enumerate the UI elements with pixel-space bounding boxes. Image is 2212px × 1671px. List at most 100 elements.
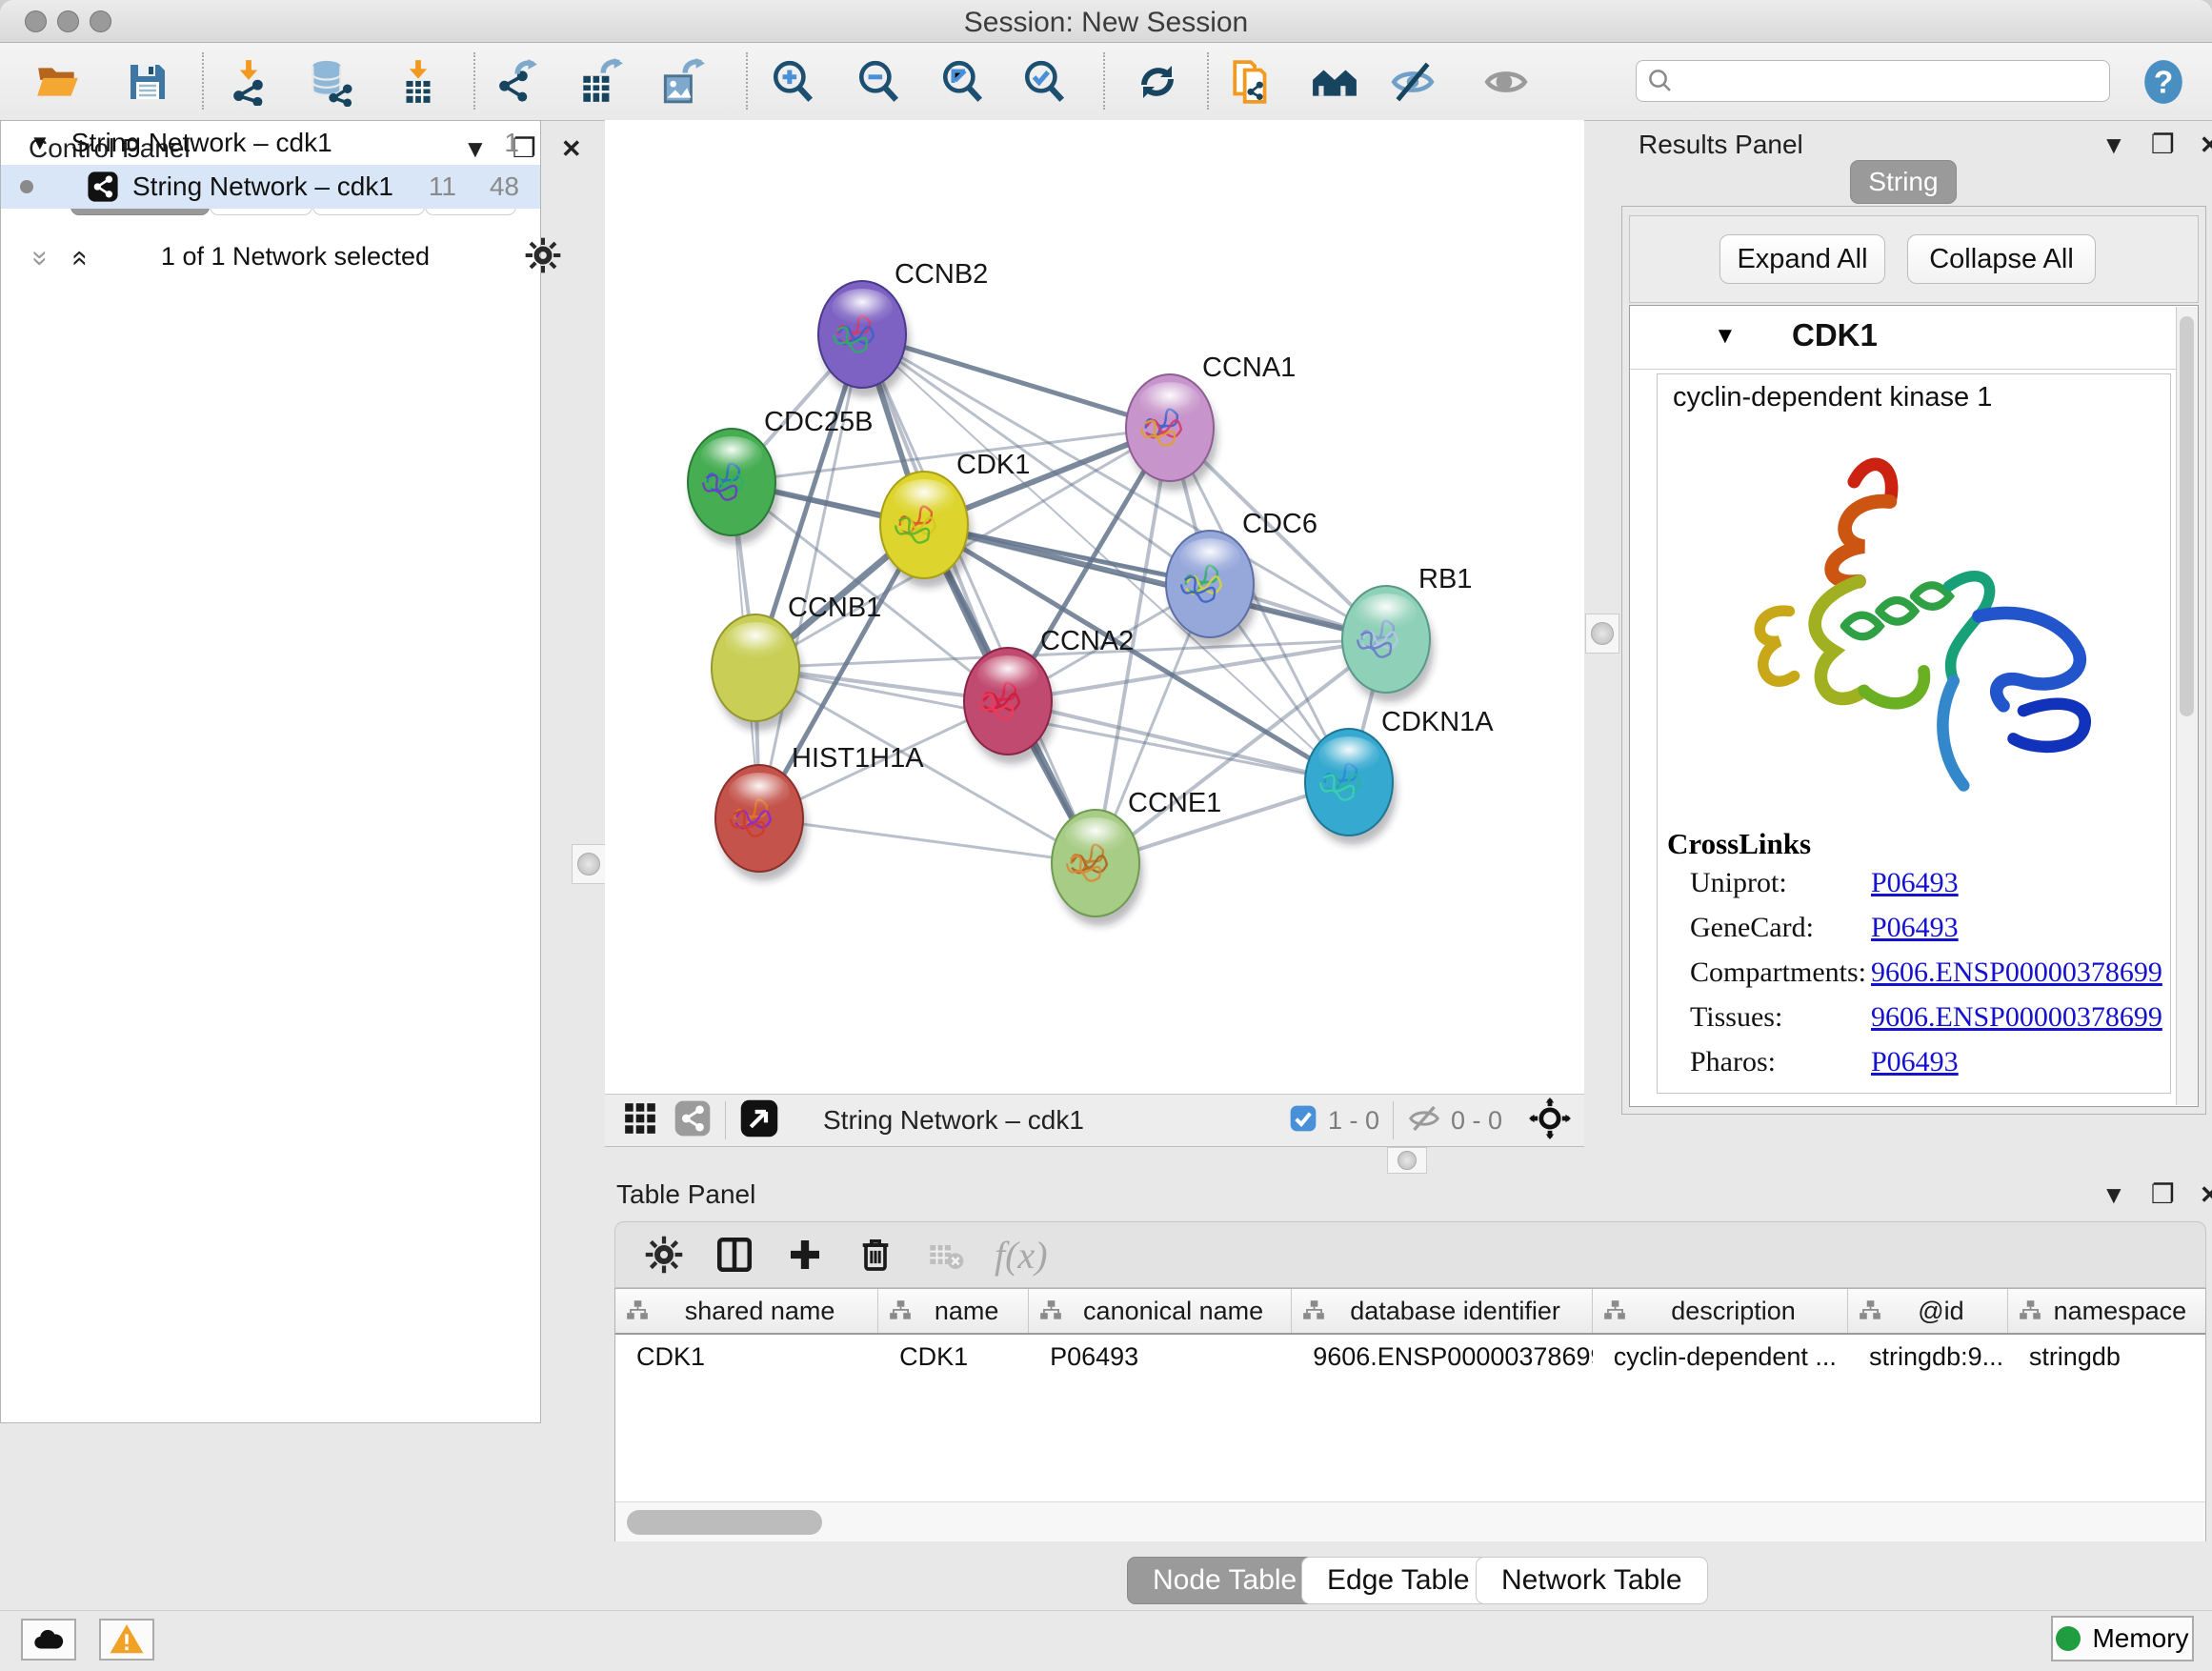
- tab-edge-table[interactable]: Edge Table: [1301, 1557, 1496, 1604]
- results-scrollbar[interactable]: [2176, 307, 2198, 1105]
- network-node[interactable]: CCNA2: [964, 626, 1134, 764]
- network-row[interactable]: String Network – cdk1 11 48: [1, 165, 540, 209]
- memory-button[interactable]: Memory: [2051, 1616, 2194, 1661]
- close-panel-icon[interactable]: ✕: [2200, 1182, 2212, 1207]
- fit-content-button[interactable]: [1529, 1097, 1571, 1144]
- node-section-header[interactable]: ▼ CDK1: [1630, 306, 2198, 370]
- left-splitter-handle[interactable]: [572, 844, 606, 884]
- eye-grey-icon: [1482, 58, 1530, 106]
- hidden-counts: 0 - 0: [1451, 1106, 1502, 1136]
- hidden-toggle[interactable]: [1407, 1101, 1441, 1140]
- toolbar-search[interactable]: [1636, 60, 2110, 102]
- network-icon: [87, 171, 119, 203]
- apply-layout-button[interactable]: [1134, 58, 1181, 106]
- export-table-icon: [575, 58, 623, 106]
- float-panel-icon[interactable]: ▼: [2101, 132, 2126, 157]
- eye-slash-grey-icon: [1407, 1101, 1441, 1136]
- column-header[interactable]: @id: [1848, 1289, 2008, 1333]
- network-canvas[interactable]: CCNB2CCNA1CDC25BCDK1CDC6RB1CCNB1CCNA2CDK…: [605, 120, 1584, 1094]
- table-row[interactable]: CDK1 CDK1 P06493 9606.ENSP00000378699 cy…: [615, 1335, 2205, 1379]
- export-table-button[interactable]: [575, 58, 623, 106]
- network-edge[interactable]: [759, 818, 1096, 863]
- grid-view-button[interactable]: [622, 1100, 658, 1141]
- expand-all-networks-icon[interactable]: «: [66, 251, 94, 267]
- help-button[interactable]: ?: [2140, 58, 2187, 106]
- tab-string[interactable]: String: [1850, 160, 1957, 204]
- network-edge[interactable]: [862, 334, 1096, 863]
- import-network-file-button[interactable]: [225, 58, 272, 106]
- expand-all-button[interactable]: Expand All: [1719, 234, 1885, 284]
- crosslink-link[interactable]: 9606.ENSP00000378699: [1871, 1001, 2170, 1034]
- export-image-button[interactable]: [657, 58, 705, 106]
- external-view-icon: [739, 1098, 779, 1138]
- tab-node-table[interactable]: Node Table: [1127, 1557, 1322, 1604]
- zoom-in-button[interactable]: [770, 58, 817, 106]
- first-neighbors-button[interactable]: [1311, 58, 1358, 106]
- delete-table-button-disabled: [924, 1233, 968, 1277]
- column-header[interactable]: database identifier: [1292, 1289, 1593, 1333]
- open-session-button[interactable]: [34, 58, 82, 106]
- tab-network-table[interactable]: Network Table: [1476, 1557, 1708, 1604]
- cloud-icon: [30, 1621, 67, 1658]
- column-header[interactable]: name: [878, 1289, 1029, 1333]
- add-column-button[interactable]: [783, 1233, 827, 1277]
- save-session-button[interactable]: [124, 58, 171, 106]
- network-node[interactable]: RB1: [1342, 564, 1472, 702]
- float-panel-icon[interactable]: ▼: [2101, 1182, 2126, 1207]
- birds-eye-view-button[interactable]: [739, 1098, 779, 1143]
- results-scrollbar-thumb[interactable]: [2180, 316, 2194, 716]
- table-horizontal-scrollbar[interactable]: [615, 1501, 2205, 1541]
- column-header[interactable]: namespace: [2008, 1289, 2205, 1333]
- network-edge[interactable]: [1008, 701, 1349, 782]
- zoom-out-button[interactable]: [855, 58, 903, 106]
- column-header[interactable]: description: [1593, 1289, 1848, 1333]
- zoom-fit-button[interactable]: [939, 58, 987, 106]
- crosslinks-title: CrossLinks: [1658, 821, 2170, 861]
- network-collection-row[interactable]: ▼ String Network – cdk1 1: [1, 121, 540, 165]
- network-node[interactable]: CDK1: [880, 450, 1030, 588]
- network-node[interactable]: HIST1H1A: [715, 743, 924, 881]
- warnings-button[interactable]: [99, 1619, 154, 1661]
- network-options-gear-icon[interactable]: [524, 236, 562, 279]
- column-header[interactable]: canonical name: [1029, 1289, 1292, 1333]
- table-scrollbar-thumb[interactable]: [627, 1510, 822, 1535]
- bottom-splitter-handle[interactable]: [1387, 1147, 1427, 1174]
- import-table-file-button[interactable]: [394, 58, 442, 106]
- zoom-selected-button[interactable]: [1021, 58, 1069, 106]
- hide-selected-button[interactable]: [1389, 58, 1437, 106]
- crosslink-link[interactable]: 9606.ENSP00000378699: [1871, 956, 2170, 989]
- crosslink-label: Tissues:: [1690, 1001, 1871, 1034]
- crosslink-link[interactable]: P06493: [1871, 1046, 2170, 1078]
- show-all-button[interactable]: [1482, 58, 1530, 106]
- show-columns-button[interactable]: [713, 1233, 756, 1277]
- selected-checkbox[interactable]: [1288, 1103, 1318, 1138]
- float-window-icon[interactable]: ❐: [2151, 1181, 2175, 1208]
- float-window-icon[interactable]: ❐: [2151, 131, 2175, 158]
- cloud-status-button[interactable]: [21, 1619, 76, 1661]
- export-network-button[interactable]: [492, 58, 539, 106]
- network-view-mode-button[interactable]: [674, 1099, 712, 1142]
- section-collapse-icon[interactable]: ▼: [1714, 323, 1737, 350]
- selected-counts: 1 - 0: [1328, 1106, 1379, 1136]
- collapse-all-networks-icon[interactable]: »: [26, 251, 54, 267]
- network-node[interactable]: CDKN1A: [1305, 707, 1494, 845]
- delete-column-button[interactable]: [854, 1233, 897, 1277]
- network-node[interactable]: CDC6: [1166, 509, 1317, 647]
- tree-icon: [1038, 1299, 1063, 1323]
- crosslink-link[interactable]: P06493: [1871, 867, 2170, 899]
- clone-network-button[interactable]: [1229, 58, 1277, 106]
- import-network-database-button[interactable]: [307, 58, 354, 106]
- collapse-all-button[interactable]: Collapse All: [1907, 234, 2096, 284]
- close-panel-icon[interactable]: ✕: [2200, 132, 2212, 157]
- network-node[interactable]: CCNB1: [712, 593, 881, 731]
- tree-expand-icon[interactable]: ▼: [30, 131, 50, 155]
- column-header[interactable]: shared name: [615, 1289, 878, 1333]
- network-node[interactable]: CCNE1: [1052, 788, 1221, 926]
- search-input[interactable]: [1675, 66, 2088, 97]
- crosslink-label: GeneCard:: [1690, 912, 1871, 944]
- node-detail-box: cyclin-dependent kinase 1 CrossLinks: [1657, 373, 2171, 1094]
- table-options-gear-icon[interactable]: [642, 1233, 686, 1277]
- crosslink-link[interactable]: P06493: [1871, 912, 2170, 944]
- network-node[interactable]: CCNB2: [818, 259, 988, 397]
- close-panel-icon[interactable]: ✕: [561, 136, 582, 161]
